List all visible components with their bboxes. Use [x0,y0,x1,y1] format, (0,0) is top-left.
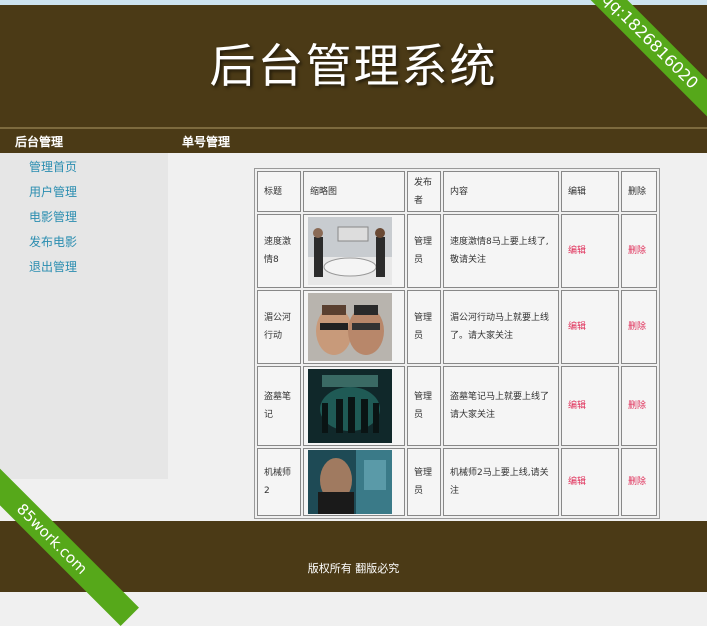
row-thumbnail [303,214,405,288]
movie-table: 标题 缩略图 发布者 内容 编辑 删除 速度激情8 管理员 速度激情8马上要上线… [254,168,660,519]
sidebar-item-home[interactable]: 管理首页 [29,158,77,175]
header-delete: 删除 [621,171,657,212]
sidebar-item-users[interactable]: 用户管理 [29,183,77,200]
row-content: 机械师2马上要上线,请关注 [443,448,559,516]
row-content: 盗墓笔记马上就要上线了请大家关注 [443,366,559,446]
movie-poster-image [308,217,392,285]
page-header: 后台管理系统 [0,5,707,129]
sidebar: 管理首页 用户管理 电影管理 发布电影 退出管理 [0,153,168,479]
content-heading: 单号管理 [182,135,231,149]
row-publisher: 管理员 [407,290,441,364]
row-thumbnail [303,448,405,516]
delete-link[interactable]: 删除 [621,290,657,364]
edit-link[interactable]: 编辑 [561,448,619,516]
sidebar-item-logout[interactable]: 退出管理 [29,258,77,275]
delete-link[interactable]: 删除 [621,448,657,516]
movie-poster-image [308,293,392,361]
row-publisher: 管理员 [407,448,441,516]
row-thumbnail [303,290,405,364]
movie-poster-image [308,450,392,514]
edit-link[interactable]: 编辑 [561,214,619,288]
row-publisher: 管理员 [407,366,441,446]
header-content: 内容 [443,171,559,212]
sidebar-item-movies[interactable]: 电影管理 [29,208,77,225]
row-title: 机械师2 [257,448,301,516]
table-row: 速度激情8 管理员 速度激情8马上要上线了,敬请关注 编辑 删除 [257,214,657,288]
row-publisher: 管理员 [407,214,441,288]
table-header-row: 标题 缩略图 发布者 内容 编辑 删除 [257,171,657,212]
table-row: 机械师2 管理员 机械师2马上要上线,请关注 编辑 删除 [257,448,657,516]
section-bar: 后台管理 单号管理 [0,129,707,153]
row-title: 湄公河行动 [257,290,301,364]
header-publisher: 发布者 [407,171,441,212]
edit-link[interactable]: 编辑 [561,366,619,446]
edit-link[interactable]: 编辑 [561,290,619,364]
row-content: 速度激情8马上要上线了,敬请关注 [443,214,559,288]
movie-poster-image [308,369,392,443]
sidebar-heading: 后台管理 [15,135,64,149]
delete-link[interactable]: 删除 [621,366,657,446]
main-content: 标题 缩略图 发布者 内容 编辑 删除 速度激情8 管理员 速度激情8马上要上线… [168,153,707,521]
header-title: 标题 [257,171,301,212]
delete-link[interactable]: 删除 [621,214,657,288]
table-row: 湄公河行动 管理员 湄公河行动马上就要上线了。请大家关注 编辑 删除 [257,290,657,364]
row-title: 速度激情8 [257,214,301,288]
row-content: 湄公河行动马上就要上线了。请大家关注 [443,290,559,364]
sidebar-item-publish-movie[interactable]: 发布电影 [29,233,77,250]
header-thumbnail: 缩略图 [303,171,405,212]
row-title: 盗墓笔记 [257,366,301,446]
copyright-text: 版权所有 翻版必究 [307,562,400,575]
row-thumbnail [303,366,405,446]
header-edit: 编辑 [561,171,619,212]
table-row: 盗墓笔记 管理员 盗墓笔记马上就要上线了请大家关注 编辑 删除 [257,366,657,446]
page-title: 后台管理系统 [209,39,498,93]
